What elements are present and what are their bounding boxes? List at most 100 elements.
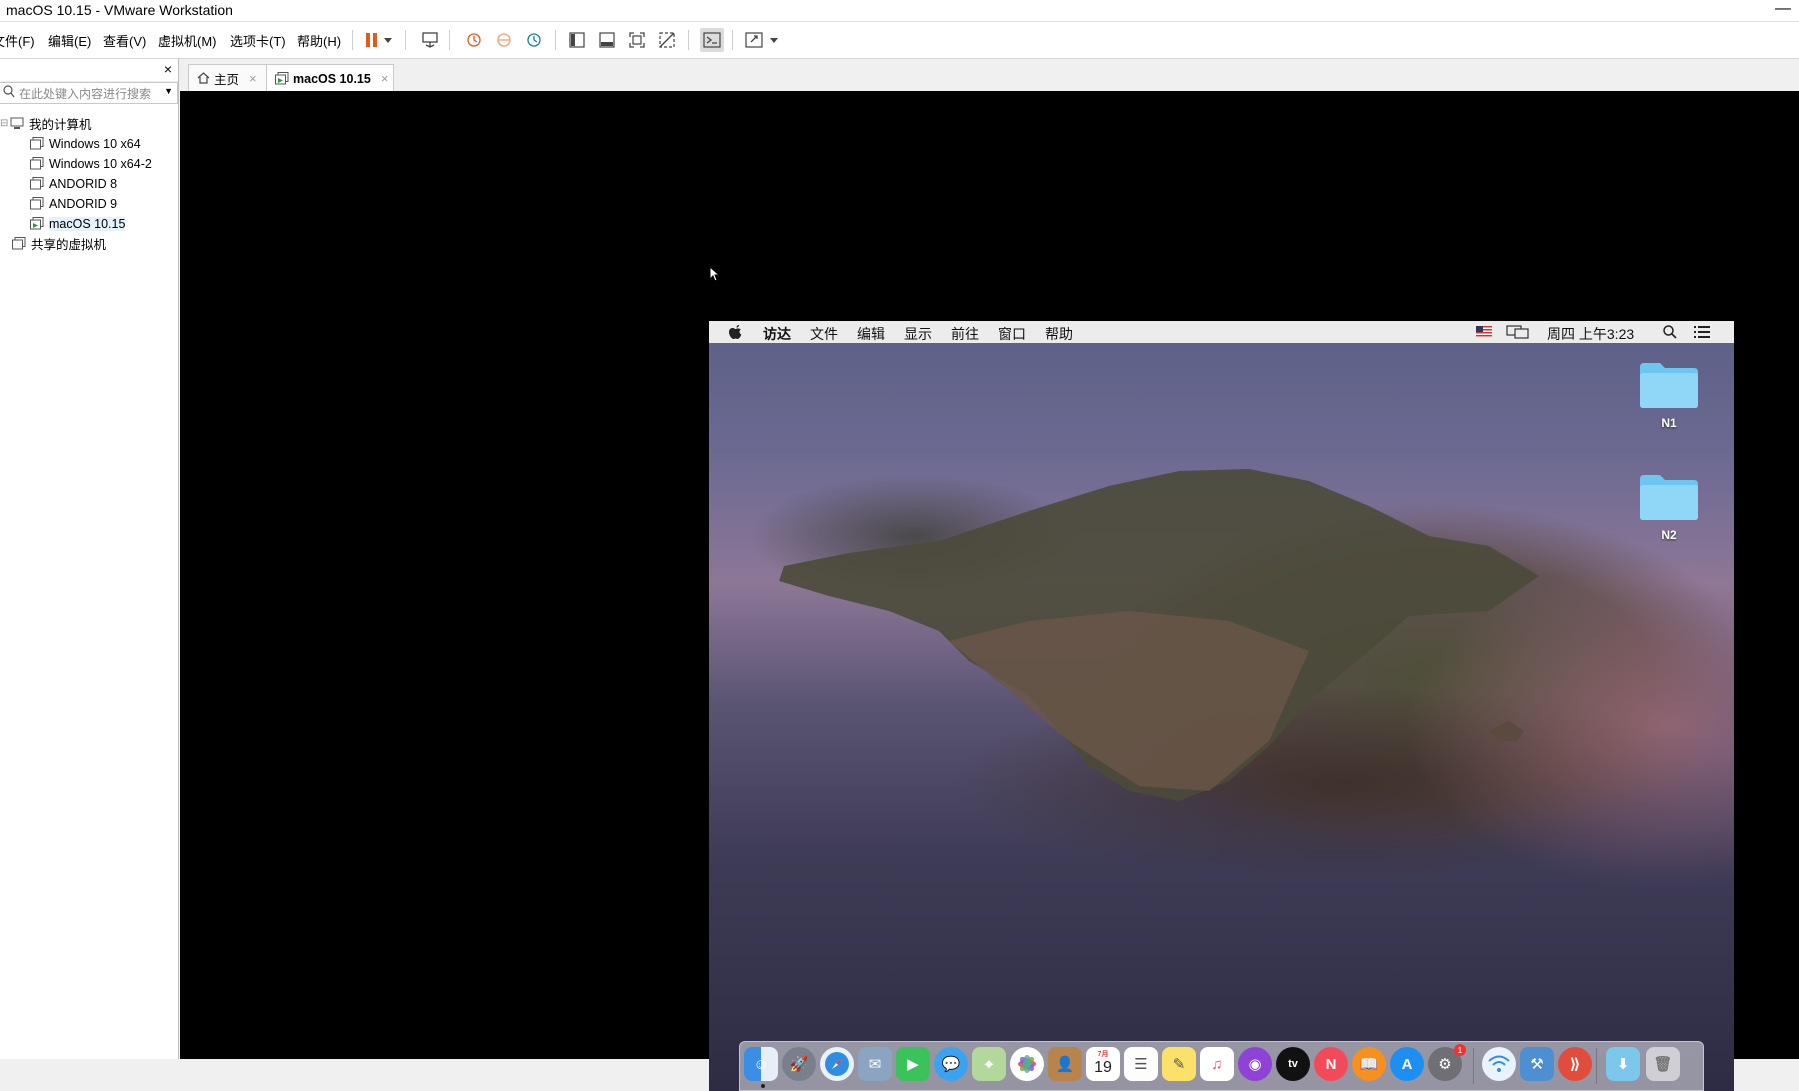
tree-shared-vms[interactable]: 共享的虚拟机 bbox=[12, 234, 106, 253]
macos-menu-file[interactable]: 文件 bbox=[810, 324, 838, 344]
tree-vm-item[interactable]: Windows 10 x64 bbox=[30, 134, 141, 153]
notes-icon[interactable]: ✎ bbox=[1162, 1047, 1196, 1081]
tab-home[interactable]: 主页 × bbox=[188, 64, 276, 91]
tree-vm-item-selected[interactable]: macOS 10.15 bbox=[30, 214, 126, 233]
dock-separator bbox=[1473, 1048, 1474, 1084]
books-icon[interactable]: 📖 bbox=[1352, 1047, 1386, 1081]
computer-icon bbox=[10, 117, 24, 129]
notification-center-icon[interactable] bbox=[1694, 326, 1710, 338]
desktop-folder-n2[interactable]: N2 bbox=[1634, 471, 1704, 542]
tree-label: Windows 10 x64 bbox=[49, 136, 141, 151]
menu-edit[interactable]: 编辑(E) bbox=[48, 31, 91, 50]
stretch-dropdown-icon[interactable] bbox=[768, 28, 780, 52]
mouse-cursor-icon bbox=[709, 266, 721, 282]
snapshot-manager-icon[interactable] bbox=[522, 28, 546, 52]
tree-vm-item[interactable]: ANDORID 9 bbox=[30, 194, 117, 213]
remote-desktop-icon[interactable]: ⟫ bbox=[1558, 1047, 1592, 1081]
macos-menubar: 访达 文件 编辑 显示 前往 窗口 帮助 周四 上午3:23 bbox=[709, 321, 1734, 343]
minimize-button[interactable]: — bbox=[1775, 0, 1791, 18]
tab-strip: 主页 × macOS 10.15 × bbox=[180, 59, 1799, 92]
library-search-input[interactable]: 在此处键入内容进行搜索 ▼ bbox=[0, 82, 178, 104]
vm-console[interactable]: 访达 文件 编辑 显示 前往 窗口 帮助 周四 上午3:23 N1 N2 ☺ 🚀 bbox=[180, 91, 1799, 1091]
reminders-icon[interactable]: ☰ bbox=[1124, 1047, 1158, 1081]
show-library-icon[interactable] bbox=[565, 28, 589, 52]
launchpad-icon[interactable]: 🚀 bbox=[782, 1047, 816, 1081]
tree-my-computer[interactable]: ⊟ 我的计算机 bbox=[0, 114, 92, 133]
maps-icon[interactable]: ⌖ bbox=[972, 1047, 1006, 1081]
macos-menu-view[interactable]: 显示 bbox=[904, 324, 932, 344]
itunes-music-icon[interactable]: ♫ bbox=[1200, 1047, 1234, 1081]
tab-macos[interactable]: macOS 10.15 × bbox=[266, 64, 394, 92]
news-icon[interactable]: N bbox=[1314, 1047, 1348, 1081]
power-dropdown-icon[interactable] bbox=[382, 28, 394, 52]
photos-icon[interactable] bbox=[1010, 1047, 1044, 1081]
send-ctrl-alt-del-icon[interactable] bbox=[418, 28, 442, 52]
toolbar-separator bbox=[352, 30, 353, 50]
thumbnail-bar-icon[interactable] bbox=[595, 28, 619, 52]
macos-clock[interactable]: 周四 上午3:23 bbox=[1547, 324, 1634, 344]
macos-menu-window[interactable]: 窗口 bbox=[998, 324, 1026, 344]
calendar-day: 19 bbox=[1094, 1059, 1112, 1076]
menu-vm[interactable]: 虚拟机(M) bbox=[158, 31, 217, 50]
running-indicator bbox=[761, 1084, 765, 1088]
downloads-folder-icon[interactable]: ⬇ bbox=[1606, 1047, 1640, 1081]
safari-icon[interactable] bbox=[820, 1047, 854, 1081]
apple-logo-icon[interactable] bbox=[728, 324, 742, 340]
tree-vm-item[interactable]: Windows 10 x64-2 bbox=[30, 154, 152, 173]
calendar-month: 7月 bbox=[1097, 1051, 1109, 1058]
app-store-icon[interactable]: A bbox=[1390, 1047, 1424, 1081]
stretch-guest-icon[interactable] bbox=[742, 28, 766, 52]
folder-label: N2 bbox=[1661, 528, 1677, 542]
library-header: × bbox=[0, 59, 178, 82]
macos-menu-go[interactable]: 前往 bbox=[951, 324, 979, 344]
close-tab-icon[interactable]: × bbox=[249, 71, 257, 86]
macos-menu-edit[interactable]: 编辑 bbox=[857, 324, 885, 344]
menu-view[interactable]: 查看(V) bbox=[103, 31, 146, 50]
shared-vms-icon bbox=[12, 237, 26, 250]
close-tab-icon[interactable]: × bbox=[381, 71, 389, 86]
messages-icon[interactable]: 💬 bbox=[934, 1047, 968, 1081]
tree-label: 共享的虚拟机 bbox=[31, 238, 107, 252]
collapse-icon[interactable]: ⊟ bbox=[0, 118, 10, 129]
full-screen-icon[interactable] bbox=[625, 28, 649, 52]
calendar-icon[interactable]: 7月 19 bbox=[1086, 1047, 1120, 1081]
tree-label: 我的计算机 bbox=[29, 118, 92, 132]
macos-menu-finder[interactable]: 访达 bbox=[763, 324, 791, 344]
macos-screen[interactable]: 访达 文件 编辑 显示 前往 窗口 帮助 周四 上午3:23 N1 N2 ☺ 🚀 bbox=[709, 321, 1734, 1091]
us-flag-input-icon[interactable] bbox=[1476, 326, 1492, 337]
menu-help[interactable]: 帮助(H) bbox=[297, 31, 341, 50]
desktop-folder-n1[interactable]: N1 bbox=[1634, 359, 1704, 430]
menu-file[interactable]: 文件(F) bbox=[0, 31, 35, 50]
tree-label: macOS 10.15 bbox=[49, 216, 126, 231]
xcode-icon[interactable]: ⚒ bbox=[1520, 1047, 1554, 1081]
tree-label: ANDORID 8 bbox=[49, 176, 118, 191]
spotlight-search-icon[interactable] bbox=[1663, 325, 1677, 339]
contacts-icon[interactable]: 👤 bbox=[1048, 1047, 1082, 1081]
revert-snapshot-icon[interactable] bbox=[492, 28, 516, 52]
vm-running-icon bbox=[30, 217, 44, 230]
display-mirroring-icon[interactable] bbox=[1506, 325, 1530, 339]
vm-icon bbox=[30, 137, 44, 150]
menu-tabs[interactable]: 选项卡(T) bbox=[230, 31, 286, 50]
close-library-button[interactable]: × bbox=[164, 61, 172, 77]
unity-mode-icon[interactable] bbox=[655, 28, 679, 52]
apple-tv-icon[interactable]: tv bbox=[1276, 1047, 1310, 1081]
mail-icon[interactable]: ✉ bbox=[858, 1047, 892, 1081]
pause-icon[interactable] bbox=[360, 28, 384, 52]
snapshot-icon[interactable] bbox=[462, 28, 486, 52]
search-icon bbox=[3, 85, 15, 101]
finder-icon[interactable]: ☺ bbox=[744, 1047, 778, 1081]
folder-icon bbox=[1640, 475, 1698, 520]
facetime-icon[interactable]: ▶ bbox=[896, 1047, 930, 1081]
macos-menu-help[interactable]: 帮助 bbox=[1045, 324, 1073, 344]
tree-vm-item[interactable]: ANDORID 8 bbox=[30, 174, 117, 193]
wireless-diagnostics-icon[interactable] bbox=[1482, 1047, 1516, 1081]
window-titlebar: macOS 10.15 - VMware Workstation — bbox=[0, 0, 1799, 22]
macos-dock: ☺ 🚀 ✉ ▶ 💬 ⌖ 👤 7月 19 ☰ ✎ ♫ ◉ tv N 📖 A ⚙ 1 bbox=[739, 1041, 1704, 1091]
search-dropdown-icon[interactable]: ▼ bbox=[164, 86, 173, 96]
tv-label: tv bbox=[1288, 1058, 1298, 1070]
trash-icon[interactable]: 🗑 bbox=[1646, 1047, 1680, 1081]
console-view-icon[interactable] bbox=[700, 28, 724, 52]
podcasts-icon[interactable]: ◉ bbox=[1238, 1047, 1272, 1081]
dock-separator bbox=[1596, 1048, 1597, 1084]
